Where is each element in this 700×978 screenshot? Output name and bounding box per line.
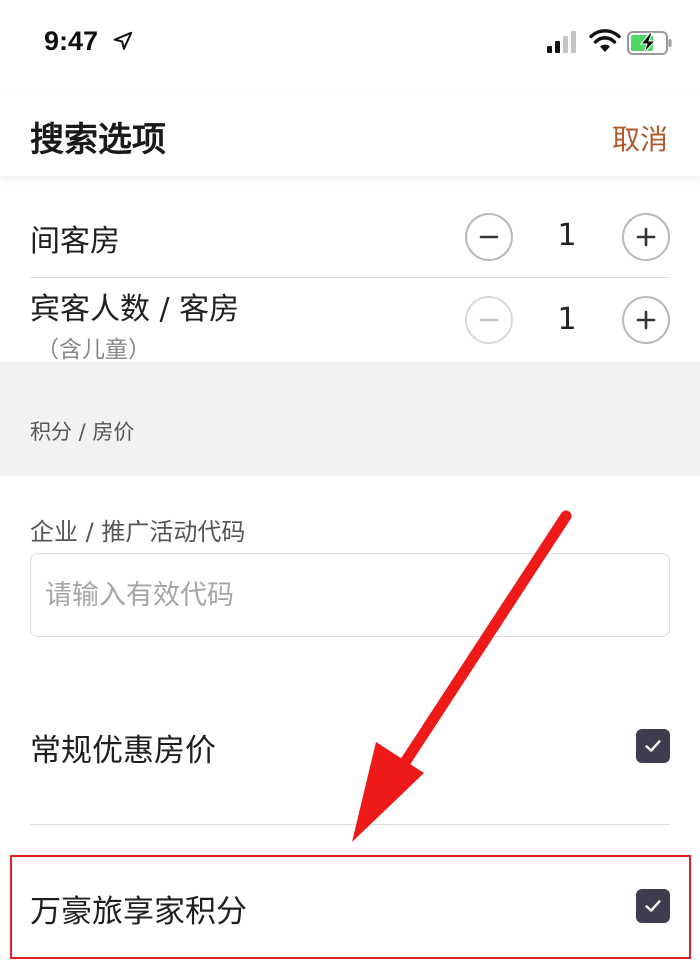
header: 搜索选项 取消 — [0, 90, 700, 176]
divider — [30, 824, 670, 825]
cellular-signal-icon — [547, 31, 576, 53]
minus-icon — [479, 318, 499, 322]
plus-icon — [636, 227, 656, 247]
rooms-value: 1 — [557, 218, 577, 253]
wifi-icon — [589, 29, 621, 52]
battery-charging-icon — [627, 31, 672, 55]
regular-rate-checkbox[interactable] — [636, 729, 670, 763]
status-time: 9:47 — [44, 26, 99, 56]
promo-code-input[interactable] — [30, 553, 670, 637]
page-title: 搜索选项 — [30, 120, 166, 160]
rooms-increment-button[interactable] — [622, 213, 670, 261]
rooms-decrement-button[interactable] — [465, 213, 513, 261]
minus-icon — [479, 235, 499, 239]
bonvoy-points-checkbox[interactable] — [636, 889, 670, 923]
plus-icon — [636, 310, 656, 330]
option-label-bonvoy-points: 万豪旅享家积分 — [30, 894, 247, 930]
cancel-button[interactable]: 取消 — [612, 118, 668, 158]
guests-increment-button[interactable] — [622, 296, 670, 344]
points-section-header: 积分 / 房价 — [0, 362, 700, 476]
checkmark-icon — [645, 900, 661, 912]
guests-value: 1 — [557, 302, 577, 337]
checkmark-icon — [645, 740, 661, 752]
divider — [30, 277, 670, 278]
option-label-regular-rate: 常规优惠房价 — [30, 733, 216, 769]
guests-decrement-button[interactable] — [465, 296, 513, 344]
location-arrow-icon — [113, 31, 133, 50]
status-bar: 9:47 — [0, 0, 700, 90]
promo-code-label: 企业 / 推广活动代码 — [30, 518, 246, 546]
section-title: 积分 / 房价 — [30, 420, 135, 444]
